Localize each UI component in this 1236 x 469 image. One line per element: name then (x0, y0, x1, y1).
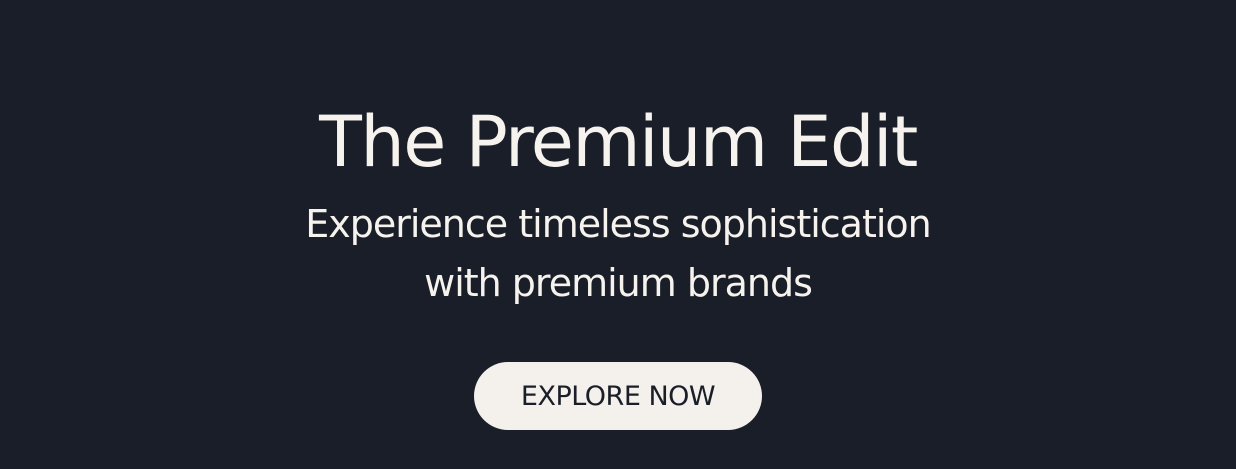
explore-now-button-label: EXPLORE NOW (520, 380, 716, 412)
promo-banner: The Premium Edit Experience timeless sop… (0, 0, 1236, 469)
banner-title: The Premium Edit (319, 101, 918, 183)
banner-subtitle-line-2: with premium brands (424, 261, 813, 305)
banner-subtitle: Experience timeless sophistication with … (0, 195, 1236, 313)
explore-now-button[interactable]: EXPLORE NOW (474, 362, 762, 430)
banner-subtitle-line-1: Experience timeless sophistication (305, 202, 932, 246)
